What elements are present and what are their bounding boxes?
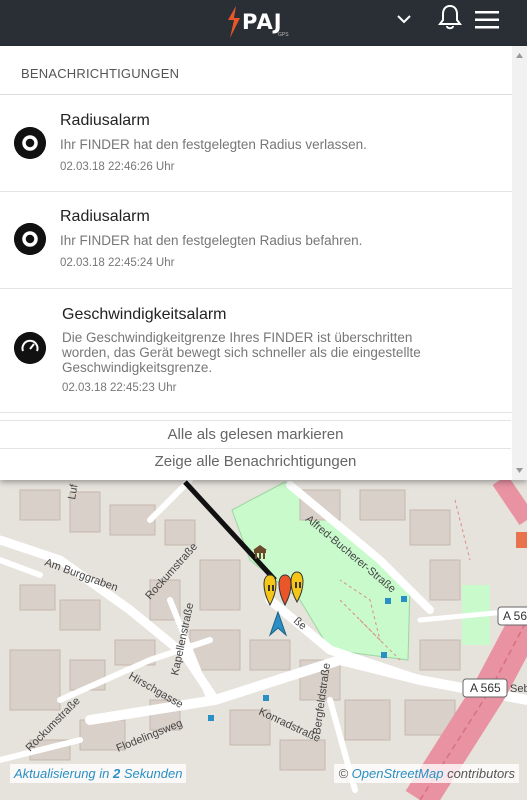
notification-item[interactable]: Radiusalarm Ihr FINDER hat den festgeleg… [0, 95, 527, 192]
alarm-markers [263, 571, 304, 607]
attribution-suffix: contributors [447, 766, 515, 781]
notification-text: Ihr FINDER hat den festgelegten Radius b… [60, 233, 363, 248]
notification-text-line: Geschwindigkeitsgrenze. [62, 360, 213, 375]
notification-time: 02.03.18 22:45:24 Uhr [60, 257, 175, 269]
notification-time: 02.03.18 22:46:26 Uhr [60, 161, 175, 173]
notification-title: Geschwindigkeitsalarm [62, 306, 227, 323]
notification-title: Radiusalarm [60, 208, 150, 225]
motorway-label: A 565 [470, 681, 501, 695]
update-seconds: 2 [113, 766, 121, 781]
attribution-copyright: © [338, 766, 349, 781]
notifications-dropdown: BENACHRICHTIGUNGEN Radiusalarm Ihr FINDE… [0, 46, 527, 480]
radius-alarm-icon [14, 223, 46, 255]
logo-text: PAJ [242, 10, 283, 34]
scroll-up-arrow-icon[interactable] [512, 48, 527, 63]
map-attribution: © OpenStreetMap contributors [334, 764, 519, 783]
map-footer: Aktualisierung in 2 Sekunden © OpenStree… [0, 760, 527, 788]
notification-item[interactable]: Geschwindigkeitsalarm Die Geschwindigkei… [0, 289, 527, 413]
top-navigation-bar: PAJ GPS [0, 0, 527, 46]
auto-update-notice: Aktualisierung in 2 Sekunden [10, 764, 187, 783]
openstreetmap-link[interactable]: OpenStreetMap [352, 766, 444, 781]
update-suffix: Sekunden [123, 766, 183, 781]
notification-item[interactable]: Radiusalarm Ihr FINDER hat den festgeleg… [0, 192, 527, 289]
notification-title: Radiusalarm [60, 112, 150, 129]
notification-text: Ihr FINDER hat den festgelegten Radius v… [60, 137, 367, 152]
bell-icon[interactable] [436, 3, 464, 31]
notification-text-line: worden, das Gerät bewegt sich schneller … [62, 345, 421, 360]
update-prefix: Aktualisierung in [14, 766, 110, 781]
chevron-down-icon[interactable] [395, 10, 413, 28]
scroll-down-arrow-icon[interactable] [512, 463, 527, 478]
street-label: Seb [510, 683, 527, 695]
motorway-label: A 56 [503, 609, 527, 623]
logo-subtext: GPS [278, 32, 289, 38]
speedometer-icon [14, 332, 46, 364]
hamburger-menu-icon[interactable] [474, 10, 500, 30]
notification-time: 02.03.18 22:45:23 Uhr [62, 382, 177, 394]
show-all-notifications-button[interactable]: Zeige alle Benachrichtigungen [0, 453, 511, 470]
paj-logo[interactable]: PAJ GPS [226, 2, 289, 42]
notifications-title: BENACHRICHTIGUNGEN [0, 46, 527, 95]
mark-all-read-button[interactable]: Alle als gelesen markieren [0, 426, 511, 443]
notification-text-line: Die Geschwindigkeitgrenze Ihres FINDER i… [62, 330, 413, 345]
notifications-scrollbar[interactable] [512, 46, 527, 480]
logo-flame-icon [228, 6, 240, 38]
radius-alarm-icon [14, 127, 46, 159]
